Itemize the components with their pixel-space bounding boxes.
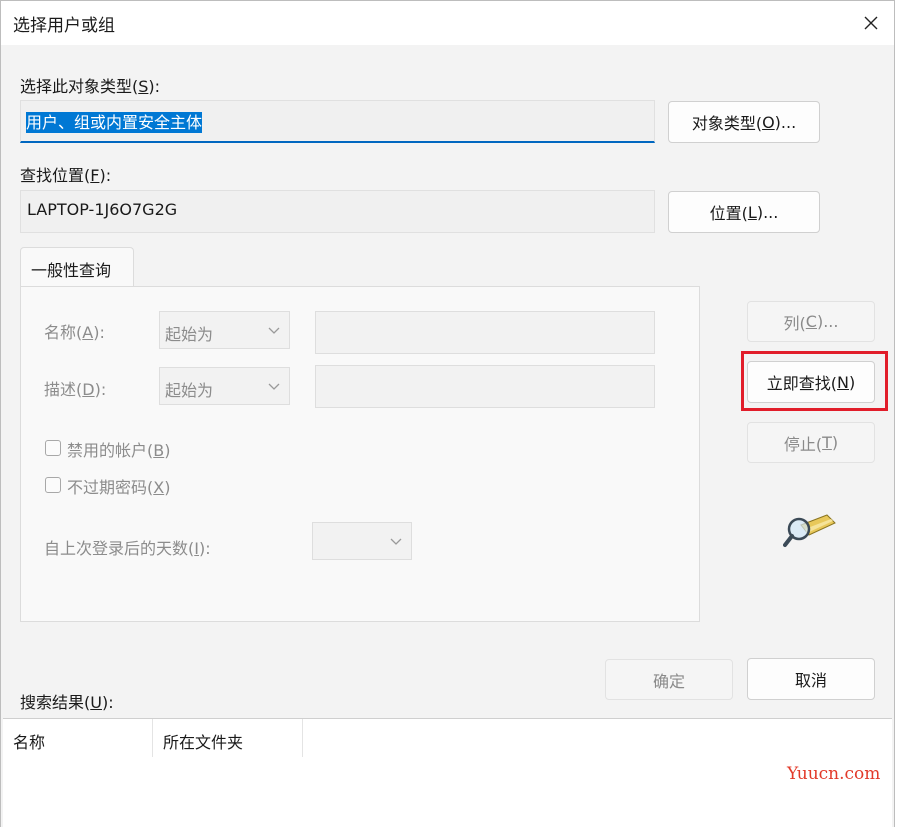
close-icon [864, 16, 878, 30]
locations-button[interactable]: 位置(L)... [668, 191, 820, 233]
search-icon [783, 514, 836, 547]
chevron-down-icon [268, 327, 280, 334]
description-match-select[interactable]: 起始为 [159, 367, 290, 405]
chevron-down-icon [390, 538, 402, 545]
non-expiring-password-checkbox[interactable] [45, 477, 61, 493]
select-users-dialog: 选择用户或组 选择此对象类型(S): 用户、组或内置安全主体 对象类型(O)..… [0, 0, 895, 829]
title-bar: 选择用户或组 [1, 1, 894, 45]
disabled-accounts-checkbox[interactable] [45, 440, 61, 456]
description-input[interactable] [315, 365, 655, 408]
object-type-field[interactable]: 用户、组或内置安全主体 [20, 100, 655, 143]
name-input[interactable] [315, 311, 655, 354]
location-value: LAPTOP-1J6O7G2G [27, 200, 178, 219]
object-types-button[interactable]: 对象类型(O)... [668, 101, 820, 143]
location-field: LAPTOP-1J6O7G2G [20, 190, 655, 233]
find-now-button[interactable]: 立即查找(N) [747, 361, 875, 403]
cancel-button[interactable]: 取消 [747, 658, 875, 700]
stop-button[interactable]: 停止(T) [747, 422, 875, 463]
column-header-folder[interactable]: 所在文件夹 [153, 719, 303, 757]
days-since-logon-select[interactable] [312, 522, 412, 560]
watermark: Yuucn.com [787, 764, 881, 784]
tab-common-queries[interactable]: 一般性查询 [20, 247, 134, 287]
name-match-select[interactable]: 起始为 [159, 311, 290, 349]
description-label: 描述(D): [44, 380, 107, 399]
dialog-title: 选择用户或组 [13, 16, 115, 36]
object-type-label: 选择此对象类型(S): [20, 77, 161, 96]
column-header-name[interactable]: 名称 [3, 719, 153, 757]
disabled-accounts-label: 禁用的帐户(B) [67, 441, 171, 460]
search-results-label: 搜索结果(U): [20, 693, 114, 712]
tab-label: 一般性查询 [31, 261, 112, 280]
columns-button[interactable]: 列(C)... [747, 301, 875, 342]
close-button[interactable] [848, 1, 894, 45]
location-label: 查找位置(F): [20, 166, 112, 185]
chevron-down-icon [268, 383, 280, 390]
object-type-value: 用户、组或内置安全主体 [26, 112, 203, 133]
non-expiring-password-label: 不过期密码(X) [67, 478, 171, 497]
common-queries-panel: 名称(A): 起始为 描述(D): 起始为 禁用的帐户(B) 不过期密码(X) … [20, 286, 700, 622]
ok-button[interactable]: 确定 [605, 659, 733, 700]
days-since-logon-label: 自上次登录后的天数(I): [44, 539, 211, 558]
search-results-list[interactable]: 名称 所在文件夹 [3, 718, 892, 829]
name-label: 名称(A): [44, 323, 105, 342]
